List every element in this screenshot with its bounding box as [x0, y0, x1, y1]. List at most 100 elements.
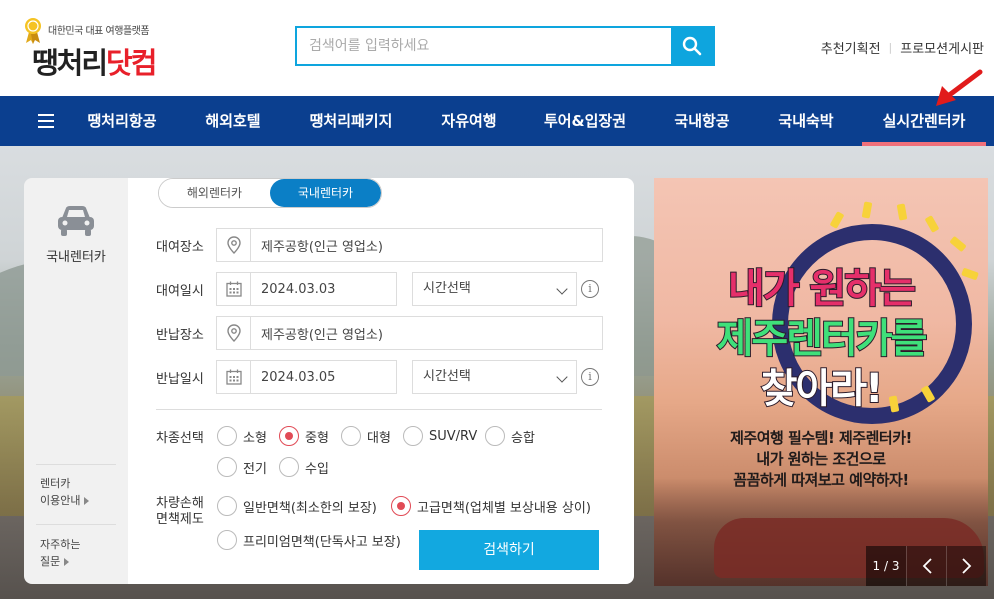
- return-date-value: 2024.03.05: [261, 369, 336, 385]
- nav-item-overseas-hotel[interactable]: 해외호텔: [205, 96, 260, 146]
- banner-ray: [924, 215, 940, 233]
- banner-page-count: 1 / 3: [866, 546, 906, 586]
- insurance-option-basic[interactable]: 일반면책(최소한의 보장): [217, 496, 377, 516]
- info-icon[interactable]: i: [581, 280, 599, 298]
- car-type-option-electric[interactable]: 전기: [217, 457, 267, 477]
- banner-ray: [896, 203, 908, 221]
- return-date-field[interactable]: 2024.03.05: [216, 360, 397, 394]
- menu-icon[interactable]: [38, 114, 54, 128]
- logo-name-part2: 닷컴: [106, 46, 157, 80]
- banner-ray: [829, 211, 845, 229]
- car-type-option-label: 소형: [243, 430, 267, 446]
- logo-name-part1: 땡처리: [32, 46, 108, 80]
- promo-banner[interactable]: 내가 원하는 제주렌터카를 찾아라! 제주여행 필수템! 제주렌터카! 내가 원…: [654, 178, 988, 586]
- car-type-option-large[interactable]: 대형: [341, 426, 391, 446]
- car-type-option-small[interactable]: 소형: [217, 426, 267, 446]
- insurance-option-premium-plus[interactable]: 고급면책(업체별 보상내용 상이): [391, 496, 591, 516]
- side-link-faq[interactable]: 자주하는 질문: [40, 536, 80, 570]
- rental-place-label: 대여장소: [156, 240, 204, 255]
- side-divider: [36, 524, 116, 525]
- return-time-select[interactable]: 시간선택: [412, 360, 577, 394]
- top-links: 추천기획전 | 프로모션게시판: [821, 38, 984, 57]
- nav-item-package[interactable]: 땡처리패키지: [310, 96, 393, 146]
- nav-item-domestic-stay[interactable]: 국내숙박: [778, 96, 833, 146]
- car-type-label: 차종선택: [156, 431, 204, 446]
- radio-button[interactable]: [403, 426, 423, 446]
- side-divider: [36, 464, 116, 465]
- rental-place-field[interactable]: 제주공항(인근 영업소): [216, 228, 603, 262]
- banner-pager: 1 / 3: [866, 546, 986, 586]
- search-submit-button[interactable]: 검색하기: [419, 530, 599, 570]
- rental-time-select[interactable]: 시간선택: [412, 272, 577, 306]
- banner-next-button[interactable]: [946, 546, 986, 586]
- radio-button[interactable]: [217, 496, 237, 516]
- search-input[interactable]: [297, 28, 671, 64]
- insurance-option-premium[interactable]: 프리미엄면책(단독사고 보장): [217, 530, 401, 550]
- insurance-label: 차량손해 면책제도: [156, 496, 204, 528]
- return-place-field[interactable]: 제주공항(인근 영업소): [216, 316, 603, 350]
- car-type-option-suv[interactable]: SUV/RV: [403, 426, 477, 446]
- side-link-guide[interactable]: 렌터카 이용안내: [40, 475, 90, 509]
- top-link-recommend[interactable]: 추천기획전: [821, 38, 881, 57]
- radio-button-checked[interactable]: [279, 426, 299, 446]
- site-header: 대한민국 대표 여행플랫폼 땡처리닷컴 추천기획전 | 프로모션게시판: [0, 0, 994, 96]
- return-date-label: 반납일시: [156, 372, 204, 387]
- banner-ray: [861, 201, 873, 219]
- tab-overseas-rentcar[interactable]: 해외렌터카: [159, 179, 270, 207]
- insurance-option-label: 고급면책(업체별 보상내용 상이): [417, 500, 591, 516]
- radio-button[interactable]: [279, 457, 299, 477]
- top-link-promotion[interactable]: 프로모션게시판: [900, 38, 984, 57]
- site-logo[interactable]: 대한민국 대표 여행플랫폼 땡처리닷컴: [24, 14, 194, 84]
- nav-item-domestic-flights[interactable]: 국내항공: [674, 96, 729, 146]
- car-type-option-import[interactable]: 수입: [279, 457, 329, 477]
- tab-domestic-rentcar[interactable]: 국내렌터카: [270, 179, 381, 207]
- radio-button[interactable]: [217, 426, 237, 446]
- logo-tagline: 대한민국 대표 여행플랫폼: [48, 26, 150, 37]
- car-type-option-label: SUV/RV: [429, 428, 478, 444]
- side-link-guide-line2: 이용안내: [40, 494, 81, 507]
- location-pin-icon: [217, 317, 251, 349]
- main-nav: 땡처리항공 해외호텔 땡처리패키지 자유여행 투어&입장권 국내항공 국내숙박 …: [0, 96, 994, 146]
- top-link-separator: |: [888, 41, 893, 54]
- nav-item-tours[interactable]: 투어&입장권: [544, 96, 626, 146]
- info-icon[interactable]: i: [581, 368, 599, 386]
- nav-item-flights[interactable]: 땡처리항공: [87, 96, 156, 146]
- search-bar: [295, 26, 715, 66]
- rental-date-value: 2024.03.03: [261, 281, 336, 297]
- search-button[interactable]: [671, 28, 713, 64]
- arrow-right-icon: [84, 497, 90, 505]
- car-type-option-label: 대형: [367, 430, 391, 446]
- nav-item-free-travel[interactable]: 자유여행: [441, 96, 496, 146]
- radio-button-checked[interactable]: [391, 496, 411, 516]
- rental-date-field[interactable]: 2024.03.03: [216, 272, 397, 306]
- rentcar-side-panel: 국내렌터카 렌터카 이용안내 자주하는 질문: [24, 178, 128, 584]
- side-link-guide-line1: 렌터카: [40, 477, 71, 490]
- chevron-down-icon: [556, 371, 568, 383]
- return-place-label: 반납장소: [156, 328, 204, 343]
- rental-date-label: 대여일시: [156, 284, 204, 299]
- radio-button[interactable]: [485, 426, 505, 446]
- banner-headline-3: 찾아라!: [760, 365, 885, 413]
- car-type-option-medium[interactable]: 중형: [279, 426, 329, 446]
- rentcar-tabs: 해외렌터카 국내렌터카: [158, 178, 382, 208]
- car-type-option-label: 중형: [305, 430, 329, 446]
- side-link-faq-line1: 자주하는: [40, 538, 81, 551]
- radio-button[interactable]: [217, 457, 237, 477]
- banner-prev-button[interactable]: [906, 546, 946, 586]
- form-divider: [156, 409, 602, 410]
- chevron-left-icon: [922, 558, 932, 574]
- return-place-value: 제주공항(인근 영업소): [261, 327, 383, 343]
- insurance-option-label: 프리미엄면책(단독사고 보장): [243, 534, 401, 550]
- radio-button[interactable]: [341, 426, 361, 446]
- insurance-label-line1: 차량손해: [156, 496, 204, 511]
- side-link-faq-line2: 질문: [40, 555, 61, 568]
- car-icon: [58, 206, 94, 236]
- search-icon: [682, 36, 702, 56]
- car-type-option-van[interactable]: 승합: [485, 426, 535, 446]
- logo-name: 땡처리닷컴: [32, 40, 157, 82]
- return-time-value: 시간선택: [423, 369, 471, 384]
- radio-button[interactable]: [217, 530, 237, 550]
- arrow-right-icon: [64, 558, 70, 566]
- side-title: 국내렌터카: [46, 250, 106, 265]
- car-type-option-label: 승합: [511, 430, 535, 446]
